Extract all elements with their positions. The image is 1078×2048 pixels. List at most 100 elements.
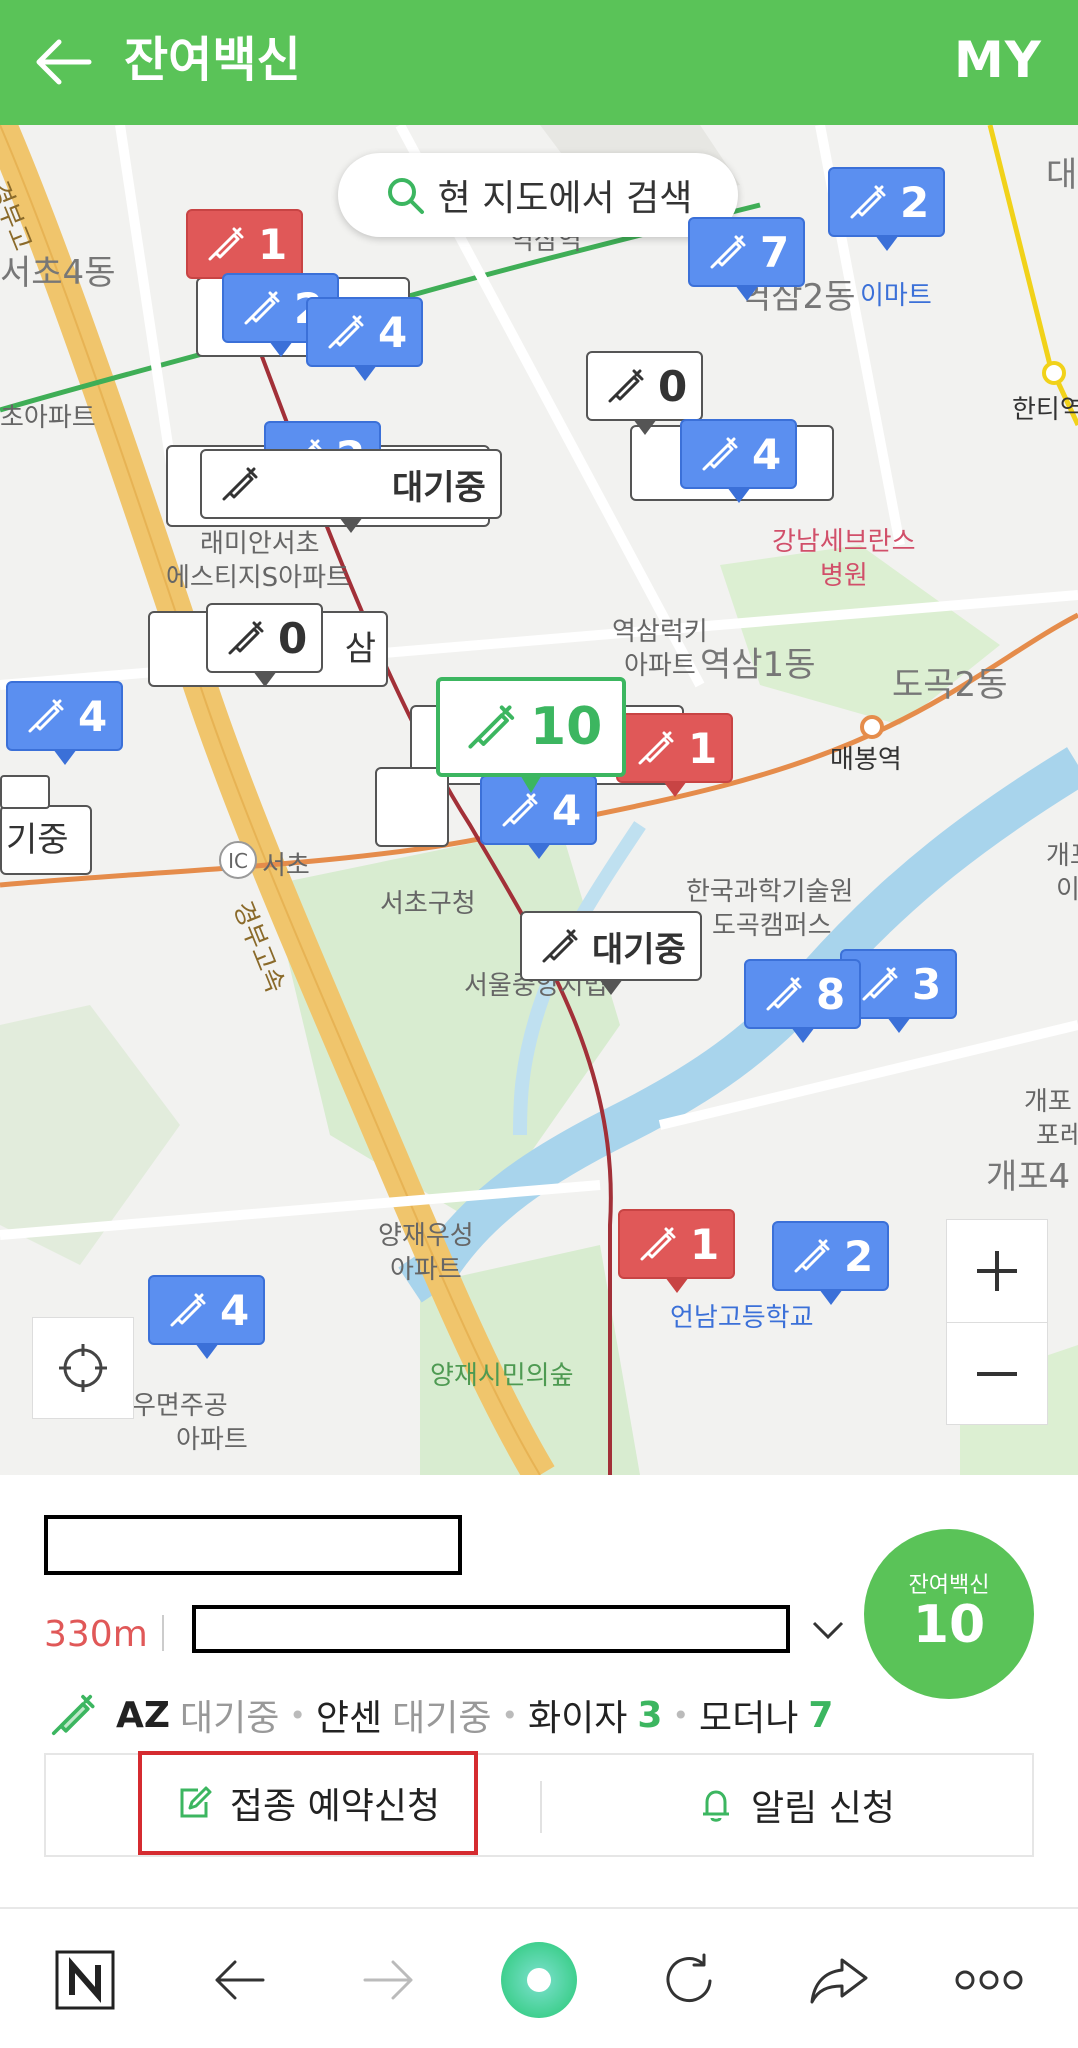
vaccine-marker[interactable]: 2 xyxy=(772,1221,890,1305)
syringe-icon xyxy=(760,971,806,1017)
search-icon xyxy=(387,178,424,214)
map-label-yeoksam1dong: 역삼1동 xyxy=(700,645,816,685)
map-label-dogok2dong: 도곡2동 xyxy=(892,665,1008,705)
syringe-icon xyxy=(632,725,678,771)
syringe-icon xyxy=(164,1287,210,1333)
vaccine-name: 얀센 xyxy=(315,1698,383,1739)
map-label-kaist: 한국과학기술원 xyxy=(686,877,854,907)
syringe-icon xyxy=(602,363,648,409)
vaccine-marker[interactable]: 1 xyxy=(618,1209,736,1293)
map-label-severance: 강남세브란스 xyxy=(772,527,916,557)
green-dot-button[interactable] xyxy=(494,1935,584,2025)
back-button[interactable] xyxy=(28,30,98,94)
vaccine-marker[interactable]: 0 xyxy=(206,603,324,687)
expand-button[interactable] xyxy=(806,1607,850,1651)
vaccine-marker[interactable]: 2 xyxy=(828,167,946,251)
map-label-yeoksam-lucky-2: 아파트 xyxy=(624,651,696,681)
remaining-vaccine-count: 10 xyxy=(912,1595,986,1655)
marker-partial-stub[interactable] xyxy=(0,775,50,809)
vaccine-marker[interactable]: 1 xyxy=(616,713,734,797)
map-label-emart: 이마트 xyxy=(860,281,932,311)
map-label-gaepo-2: 포레 xyxy=(1036,1121,1078,1151)
browser-back-button[interactable] xyxy=(194,1935,284,2025)
map-view[interactable]: IC 서초4동 초아파트 래미안서초 에스티지S아파트 역삼럭키 아파트 역삼1… xyxy=(0,125,1078,1475)
map-label-umyeon: 우면주공 xyxy=(132,1391,228,1421)
button-divider xyxy=(540,1781,542,1833)
map-label-yeoksam-lucky: 역삼럭키 xyxy=(612,617,708,647)
syringe-icon xyxy=(536,923,582,969)
arrow-left-icon xyxy=(36,39,92,85)
map-label-apartment: 초아파트 xyxy=(0,403,96,433)
map-label-gaepo: 개포 xyxy=(1024,1087,1072,1117)
map-label-maebong: 매봉역 xyxy=(830,745,902,775)
zoom-out-button[interactable] xyxy=(947,1323,1047,1425)
vaccine-marker[interactable]: 7 xyxy=(688,217,806,301)
more-button[interactable] xyxy=(944,1935,1034,2025)
plus-icon xyxy=(977,1251,1017,1291)
vaccine-status: 대기중 xyxy=(179,1698,280,1739)
naver-n-icon xyxy=(55,1950,115,2010)
browser-toolbar xyxy=(0,1907,1078,2048)
syringe-icon xyxy=(51,1694,95,1736)
syringe-icon xyxy=(460,697,520,757)
vaccine-marker[interactable]: 4 xyxy=(306,297,424,381)
browser-forward-button[interactable] xyxy=(344,1935,434,2025)
share-button[interactable] xyxy=(794,1935,884,2025)
map-label-severance-2: 병원 xyxy=(820,561,868,591)
my-button[interactable]: MY xyxy=(954,28,1042,92)
alarm-button[interactable]: 알림 신청 xyxy=(586,1755,1006,1855)
share-icon xyxy=(810,1958,868,2004)
vaccine-name: AZ xyxy=(116,1694,170,1736)
action-button-row: 접종 예약신청 알림 신청 xyxy=(44,1751,1034,1857)
marker-count: 3 xyxy=(912,959,942,1009)
marker-partial-waiting[interactable]: 기중 xyxy=(0,805,92,875)
vaccine-marker[interactable]: 8 xyxy=(744,959,862,1043)
site-detail-panel: 330m 잔여백신 10 AZ 대기중 • 얀센 대기중 • 화이자 3 • 모… xyxy=(0,1475,1078,1907)
refresh-button[interactable] xyxy=(644,1935,734,2025)
vaccine-marker[interactable]: 0 xyxy=(586,351,704,435)
vaccine-status: 대기중 xyxy=(392,1698,492,1739)
minus-icon xyxy=(977,1372,1017,1376)
map-label-seocho4dong: 서초4동 xyxy=(0,253,116,293)
map-label-kaist-2: 도곡캠퍼스 xyxy=(712,911,832,941)
reserve-button[interactable]: 접종 예약신청 xyxy=(138,1751,478,1855)
naver-home-button[interactable] xyxy=(40,1935,130,2025)
reserve-label: 접종 예약신청 xyxy=(229,1786,441,1827)
syringe-icon xyxy=(222,615,268,661)
map-search-label: 현 지도에서 검색 xyxy=(437,178,693,219)
map-label-ic-seocho: 서초 xyxy=(262,851,310,881)
vaccine-marker[interactable]: 대기중 xyxy=(520,911,702,995)
map-label-hanti: 한티역 xyxy=(1012,395,1078,425)
vaccine-marker[interactable]: 4 xyxy=(680,419,798,503)
distance-text: 330m xyxy=(44,1614,148,1655)
map-label-dae: 대 xyxy=(1046,155,1078,195)
marker-count: 2 xyxy=(844,1231,874,1281)
marker-count: 0 xyxy=(278,613,308,663)
marker-partial-label: 기중 xyxy=(6,820,69,860)
more-icon xyxy=(955,1970,1023,1990)
marker-count: 4 xyxy=(78,691,108,741)
vaccine-marker[interactable]: 4 xyxy=(6,681,124,765)
vaccine-marker[interactable]: 1 xyxy=(186,209,304,293)
syringe-icon xyxy=(496,787,542,833)
chevron-down-icon xyxy=(812,1621,844,1640)
map-search-button[interactable]: 현 지도에서 검색 xyxy=(338,153,738,237)
map-label-yangjae-woosung-2: 아파트 xyxy=(390,1255,462,1285)
marker-stack-back-6[interactable] xyxy=(375,767,449,847)
bell-icon xyxy=(703,1790,730,1822)
refresh-icon xyxy=(666,1953,712,2002)
current-location-button[interactable] xyxy=(32,1317,134,1419)
zoom-in-button[interactable] xyxy=(947,1220,1047,1323)
vaccine-marker[interactable]: 4 xyxy=(148,1275,266,1359)
selected-vaccine-marker[interactable]: 10 xyxy=(436,677,627,793)
marker-count: 대기중 xyxy=(392,467,486,508)
vaccine-name: 화이자 xyxy=(528,1698,628,1739)
map-label-yangjae-woosung: 양재우성 xyxy=(378,1221,474,1251)
arrow-left-icon xyxy=(215,1960,265,2000)
marker-count: 1 xyxy=(688,723,718,773)
remaining-vaccine-badge: 잔여백신 10 xyxy=(864,1529,1034,1699)
syringe-icon xyxy=(216,461,262,507)
marker-count: 0 xyxy=(658,361,688,411)
vaccine-marker[interactable]: 대기중 xyxy=(200,449,502,533)
site-name-redacted xyxy=(44,1515,462,1575)
